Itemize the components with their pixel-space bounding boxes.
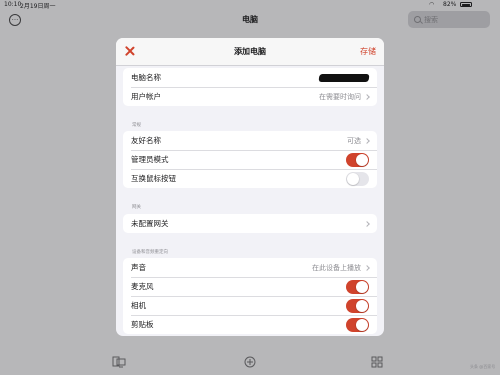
general-section-header: 常规 [132, 123, 141, 128]
admin-mode-toggle[interactable] [346, 152, 369, 167]
toggle-knob [347, 172, 359, 185]
battery-percent: 82% [443, 1, 457, 8]
sheet-title: 添加电脑 [234, 47, 266, 56]
search-placeholder: 搜索 [424, 15, 438, 24]
grid-icon[interactable] [371, 356, 383, 368]
pc-name-row[interactable]: 电脑名称 [123, 68, 377, 87]
swap-mouse-label: 互换鼠标按钮 [131, 174, 176, 183]
camera-label: 相机 [131, 301, 146, 310]
search-field[interactable]: 搜索 [408, 11, 490, 28]
save-button[interactable]: 存储 [360, 46, 376, 57]
sound-row[interactable]: 声音 在此设备上播放 [123, 258, 377, 277]
clipboard-toggle[interactable] [346, 317, 369, 332]
friendly-name-row[interactable]: 友好名称 可选 [123, 131, 377, 150]
wifi-icon: ◠ [429, 1, 435, 8]
user-account-value: 在需要时询问 [319, 92, 361, 101]
status-time: 10:10 [4, 1, 22, 8]
swap-mouse-toggle[interactable] [346, 171, 369, 186]
watermark: 头条 @百家号 [470, 364, 496, 369]
add-pc-sheet: 添加电脑 存储 电脑名称 用户帐户 在需要时询问 常规 友好名称 可选 管理员模… [116, 38, 384, 336]
sound-value: 在此设备上播放 [312, 263, 361, 272]
pc-name-label: 电脑名称 [131, 73, 161, 82]
toggle-knob [356, 318, 368, 331]
clipboard-row: 剪贴板 [123, 315, 377, 334]
clipboard-label: 剪贴板 [131, 320, 154, 329]
swap-mouse-row: 互换鼠标按钮 [123, 169, 377, 188]
battery-icon [460, 2, 472, 7]
chevron-right-icon [364, 93, 370, 100]
general-group: 友好名称 可选 管理员模式 互换鼠标按钮 [123, 131, 377, 188]
gateway-row[interactable]: 未配置网关 [123, 214, 377, 233]
toggle-knob [356, 280, 368, 293]
user-account-row[interactable]: 用户帐户 在需要时询问 [123, 87, 377, 106]
toggle-knob [356, 299, 368, 312]
redirection-section-header: 设备和音频重定向 [132, 250, 168, 255]
microphone-toggle[interactable] [346, 279, 369, 294]
redacted-pc-name [318, 73, 370, 82]
friendly-name-label: 友好名称 [131, 136, 161, 145]
ellipsis-icon: ··· [11, 15, 19, 24]
microphone-row: 麦克风 [123, 277, 377, 296]
status-date: 2月19日周一 [20, 3, 56, 10]
chevron-right-icon [364, 137, 370, 144]
gateway-label: 未配置网关 [131, 219, 169, 228]
camera-toggle[interactable] [346, 298, 369, 313]
close-icon[interactable] [124, 45, 136, 57]
plus-circle-icon[interactable] [244, 356, 256, 368]
app-title: 电脑 [242, 15, 258, 24]
chevron-right-icon [364, 220, 370, 227]
admin-mode-label: 管理员模式 [131, 155, 169, 164]
gateway-section-header: 网关 [132, 205, 141, 210]
search-icon [414, 16, 421, 23]
desktop-icon[interactable] [112, 356, 126, 368]
friendly-name-value: 可选 [347, 136, 361, 145]
more-options-button[interactable]: ··· [9, 14, 21, 26]
camera-row: 相机 [123, 296, 377, 315]
chevron-right-icon [364, 264, 370, 271]
toggle-knob [356, 153, 368, 166]
sound-label: 声音 [131, 263, 146, 272]
connection-group: 电脑名称 用户帐户 在需要时询问 [123, 68, 377, 106]
sheet-header: 添加电脑 存储 [116, 38, 384, 66]
redirection-group: 声音 在此设备上播放 麦克风 相机 剪贴板 [123, 258, 377, 334]
gateway-group: 未配置网关 [123, 214, 377, 233]
microphone-label: 麦克风 [131, 282, 154, 291]
status-bar: 10:10 2月19日周一 ◠ 82% [0, 0, 500, 10]
user-account-label: 用户帐户 [131, 92, 161, 101]
admin-mode-row: 管理员模式 [123, 150, 377, 169]
